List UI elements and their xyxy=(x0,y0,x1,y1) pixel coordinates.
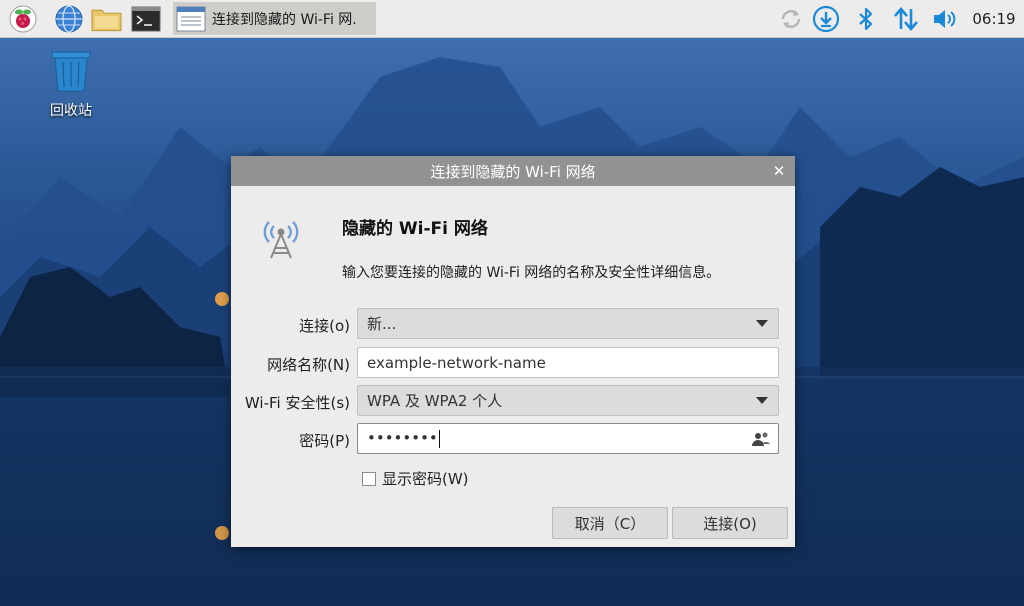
file-manager-folder-icon[interactable] xyxy=(91,3,122,34)
clock[interactable]: 06:19 xyxy=(968,0,1020,37)
taskbar-active-task[interactable]: 连接到隐藏的 Wi-Fi 网. xyxy=(173,2,376,35)
show-password-checkbox[interactable]: 显示密码(W) xyxy=(362,468,469,489)
task-window-icon xyxy=(176,6,206,31)
show-password-label: 显示密码(W) xyxy=(382,470,469,488)
dialog-titlebar[interactable]: 连接到隐藏的 Wi-Fi 网络 ✕ xyxy=(231,156,795,186)
connect-button[interactable]: 连接(O) xyxy=(672,507,788,539)
volume-icon[interactable] xyxy=(931,4,961,33)
network-name-input[interactable]: example-network-name xyxy=(357,347,779,378)
network-name-value: example-network-name xyxy=(367,353,546,372)
trash-label: 回收站 xyxy=(50,103,92,119)
close-icon[interactable]: ✕ xyxy=(770,162,788,180)
checkbox-box[interactable] xyxy=(362,471,376,486)
security-label: Wi-Fi 安全性(s) xyxy=(244,394,350,412)
user-scope-icon[interactable] xyxy=(751,430,771,448)
terminal-icon[interactable] xyxy=(130,3,161,34)
cancel-button[interactable]: 取消（C） xyxy=(552,507,668,539)
password-label: 密码(P) xyxy=(299,432,350,450)
trash-desktop-item[interactable]: 回收站 xyxy=(36,50,106,122)
connection-value: 新... xyxy=(367,315,397,333)
taskbar: 连接到隐藏的 Wi-Fi 网. 06:19 xyxy=(0,0,1024,38)
updates-download-icon[interactable] xyxy=(811,4,841,33)
connection-label: 连接(o) xyxy=(299,317,350,335)
text-caret xyxy=(438,429,440,448)
network-name-label: 网络名称(N) xyxy=(267,356,350,374)
dialog-title: 连接到隐藏的 Wi-Fi 网络 xyxy=(430,162,596,181)
hidden-wifi-dialog: 连接到隐藏的 Wi-Fi 网络 ✕ 隐藏的 Wi-Fi 网络 输入您要连接的隐藏… xyxy=(231,156,795,547)
security-value: WPA 及 WPA2 个人 xyxy=(367,392,503,410)
trash-icon xyxy=(51,51,91,92)
network-arrows-icon[interactable] xyxy=(891,4,921,33)
password-input[interactable]: •••••••• xyxy=(357,423,779,454)
dialog-description: 输入您要连接的隐藏的 Wi-Fi 网络的名称及安全性详细信息。 xyxy=(342,265,721,281)
wifi-antenna-icon xyxy=(263,221,299,259)
chevron-down-icon xyxy=(756,320,768,327)
browser-globe-icon[interactable] xyxy=(53,3,84,34)
dialog-heading: 隐藏的 Wi-Fi 网络 xyxy=(342,219,488,239)
task-title: 连接到隐藏的 Wi-Fi 网. xyxy=(212,11,357,28)
bluetooth-icon[interactable] xyxy=(851,4,881,33)
raspberry-menu-icon[interactable] xyxy=(7,3,38,34)
password-value: •••••••• xyxy=(367,429,438,448)
chevron-down-icon xyxy=(756,397,768,404)
connection-select[interactable]: 新... xyxy=(357,308,779,339)
network-sync-icon[interactable] xyxy=(776,4,806,33)
security-select[interactable]: WPA 及 WPA2 个人 xyxy=(357,385,779,416)
